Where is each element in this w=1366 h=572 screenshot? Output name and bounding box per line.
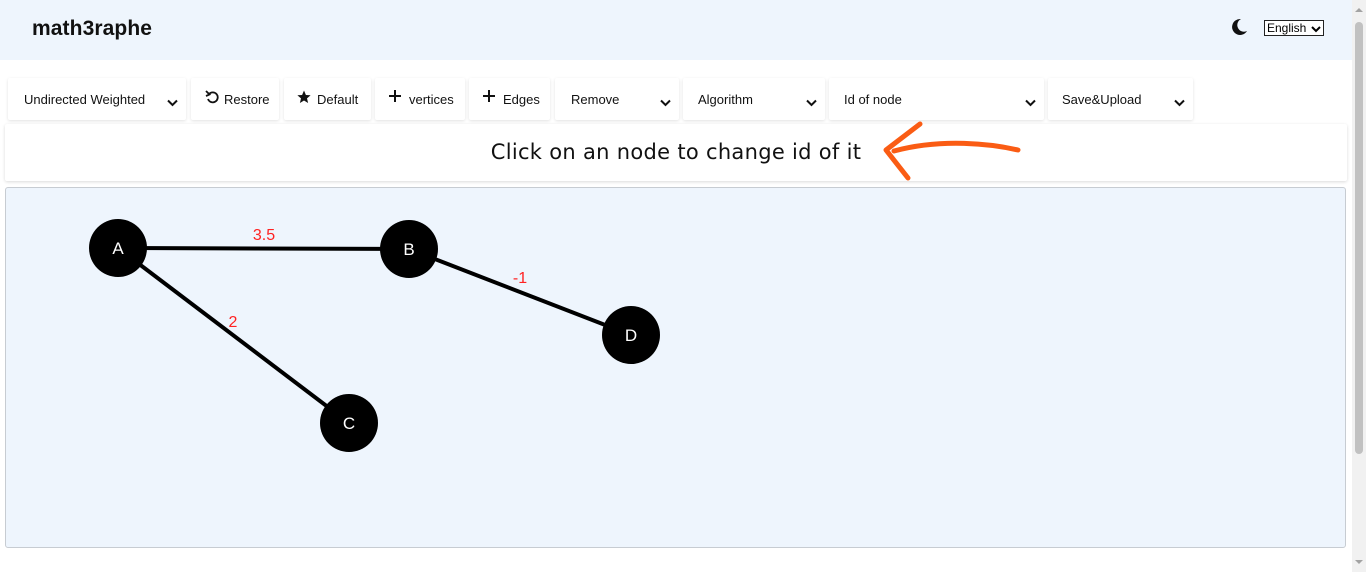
chevron-down-icon [1174, 95, 1185, 110]
algorithm-label: Algorithm [698, 92, 753, 107]
edge-a-c[interactable] [116, 246, 351, 425]
scrollbar-thumb[interactable] [1355, 22, 1363, 454]
scroll-down-icon[interactable] [1355, 558, 1363, 566]
vertices-label: vertices [409, 92, 454, 107]
app-header: math3raphe English [0, 0, 1352, 60]
instruction-text: Click on an node to change id of it [490, 140, 862, 164]
id-of-node-select[interactable]: Id of node [829, 78, 1044, 120]
edge-weight-label: -1 [513, 270, 527, 287]
edges-label: Edges [503, 92, 540, 107]
node-a[interactable]: A [89, 219, 147, 277]
remove-select[interactable]: Remove [555, 78, 679, 120]
chevron-down-icon [806, 95, 817, 110]
language-select-value: English [1267, 21, 1307, 35]
moon-icon[interactable] [1229, 17, 1249, 37]
node-label: A [112, 239, 124, 258]
undo-icon [205, 90, 219, 107]
scroll-up-icon[interactable] [1355, 6, 1363, 14]
restore-label: Restore [224, 92, 270, 107]
add-edges-button[interactable]: Edges [469, 78, 550, 120]
node-d[interactable]: D [602, 306, 660, 364]
graph-canvas[interactable]: 3.5 2 -1 A B C D [5, 187, 1346, 548]
node-label: D [625, 326, 637, 345]
restore-button[interactable]: Restore [191, 78, 279, 120]
edge-weight-label: 2 [229, 314, 238, 331]
id-of-node-label: Id of node [844, 92, 902, 107]
plus-icon [389, 90, 401, 105]
hint-arrow-icon [883, 121, 1021, 181]
algorithm-select[interactable]: Algorithm [683, 78, 825, 120]
star-icon [297, 90, 311, 107]
app-title: math3raphe [32, 17, 153, 40]
edge-b-d[interactable] [408, 247, 632, 337]
graph-type-label: Undirected Weighted [24, 92, 146, 107]
node-label: C [343, 414, 355, 433]
toolbar: Undirected Weighted Restore Default vert… [0, 76, 1352, 120]
node-label: B [403, 240, 414, 259]
plus-icon [483, 90, 495, 105]
default-label: Default [317, 92, 359, 107]
add-vertices-button[interactable]: vertices [375, 78, 465, 120]
save-upload-label: Save&Upload [1062, 92, 1142, 107]
chevron-down-icon [1311, 23, 1321, 37]
chevron-down-icon [660, 95, 671, 110]
graph-svg: 3.5 2 -1 A B C D [89, 219, 660, 452]
edge-layer: 3.5 2 -1 [116, 227, 632, 425]
edge-weight-label: 3.5 [253, 227, 275, 244]
edge-a-b[interactable] [117, 246, 410, 251]
save-upload-select[interactable]: Save&Upload [1048, 78, 1193, 120]
node-c[interactable]: C [320, 394, 378, 452]
remove-label: Remove [571, 92, 620, 107]
chevron-down-icon [167, 95, 178, 110]
default-button[interactable]: Default [284, 78, 371, 120]
chevron-down-icon [1025, 95, 1036, 110]
language-select[interactable]: English [1264, 20, 1324, 36]
node-b[interactable]: B [380, 220, 438, 278]
graph-type-select[interactable]: Undirected Weighted [8, 78, 186, 120]
